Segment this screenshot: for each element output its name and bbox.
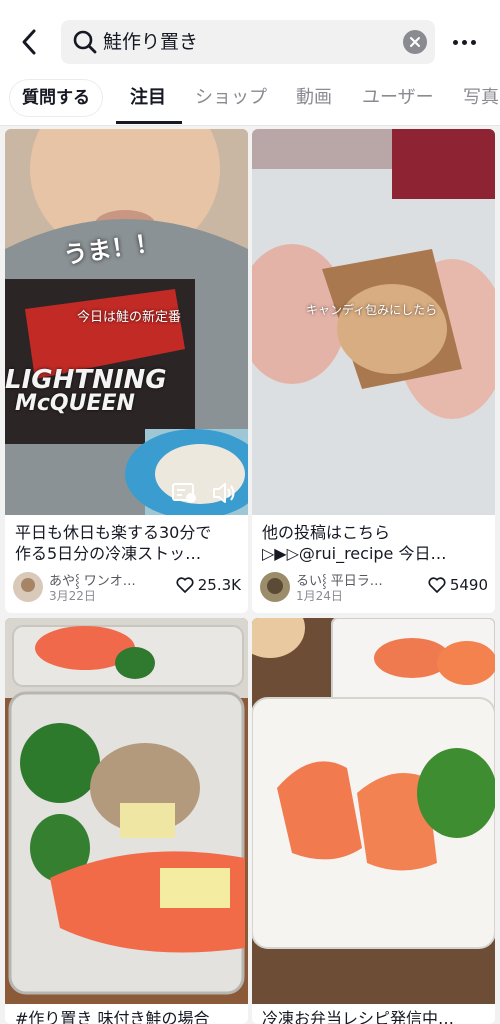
caption-line: 冷凍お弁当レシピ発信中… [262, 1009, 455, 1024]
clear-icon [410, 37, 420, 47]
overlay-caption: キャンディ包みにしたら [306, 303, 438, 317]
card-caption: 冷凍お弁当レシピ発信中… [262, 1008, 484, 1024]
caption-line: ▷▶▷@rui_recipe 今日… [262, 544, 447, 563]
card-caption: #作り置き 味付き鮭の場合 [15, 1008, 237, 1024]
like-count-value: 25.3K [197, 576, 241, 594]
heart-icon [176, 577, 194, 593]
back-arrow-icon [22, 29, 36, 55]
captions-icon[interactable] [171, 482, 197, 504]
volume-icon[interactable] [211, 481, 237, 505]
search-bar[interactable]: 鮭作り置き [61, 20, 435, 64]
more-button[interactable] [448, 26, 480, 58]
tab-videos[interactable]: 動画 [296, 72, 332, 124]
tab-bar: 質問する 注目 ショップ 動画 ユーザー 写真 [0, 72, 500, 126]
result-card[interactable]: キャンディ包みにしたら 他の投稿はこちら ▷▶▷@rui_recipe 今日… … [252, 129, 495, 613]
more-icon-dot [461, 39, 467, 45]
heart-icon [428, 577, 446, 593]
video-thumbnail[interactable]: うま！！ 今日は鮭の新定番 LIGHTNING McQUEEN [5, 129, 248, 515]
like-count[interactable]: 25.3K [176, 576, 241, 594]
tab-users[interactable]: ユーザー [362, 72, 434, 124]
tab-featured[interactable]: 注目 [130, 72, 166, 124]
photo-thumbnail[interactable] [252, 618, 495, 1004]
card-caption: 平日も休日も楽する30分で 作る5日分の冷凍ストッ… [15, 522, 237, 564]
like-count[interactable]: 5490 [428, 576, 488, 594]
more-icon [452, 39, 458, 45]
result-card[interactable]: #作り置き 味付き鮭の場合 [5, 618, 248, 1024]
result-card[interactable]: 冷凍お弁当レシピ発信中… [252, 618, 495, 1024]
caption-line: 他の投稿はこちら [262, 523, 391, 542]
video-thumbnail[interactable]: キャンディ包みにしたら [252, 129, 495, 515]
more-icon-dot [470, 39, 476, 45]
ask-question-pill[interactable]: 質問する [10, 80, 102, 116]
post-date: 3月22日 [49, 589, 96, 603]
overlay-caption: 今日は鮭の新定番 [77, 310, 182, 325]
tab-shop[interactable]: ショップ [195, 72, 267, 124]
active-tab-indicator [116, 121, 182, 124]
top-bar: 鮭作り置き [0, 0, 500, 82]
caption-line: 平日も休日も楽する30分で [15, 523, 212, 542]
avatar[interactable] [260, 572, 290, 602]
search-input[interactable]: 鮭作り置き [103, 20, 198, 64]
search-icon [73, 30, 97, 54]
like-count-value: 5490 [449, 576, 488, 594]
result-card[interactable]: うま！！ 今日は鮭の新定番 LIGHTNING McQUEEN 平日も休日も楽す… [5, 129, 248, 613]
tab-photos[interactable]: 写真 [463, 72, 499, 124]
card-meta: あや⸾ ワンオ… 3月22日 25.3K [13, 570, 243, 604]
clear-search-button[interactable] [403, 30, 427, 54]
avatar[interactable] [13, 572, 43, 602]
shirt-text: McQUEEN [15, 391, 135, 416]
caption-line: 作る5日分の冷凍ストッ… [15, 544, 202, 563]
caption-line: #作り置き 味付き鮭の場合 [15, 1009, 210, 1024]
post-date: 1月24日 [296, 589, 343, 603]
photo-thumbnail[interactable] [5, 618, 248, 1004]
back-button[interactable] [14, 24, 44, 60]
card-caption: 他の投稿はこちら ▷▶▷@rui_recipe 今日… [262, 522, 484, 564]
card-meta: るい⸾ 平日ラ… 1月24日 5490 [260, 570, 490, 604]
